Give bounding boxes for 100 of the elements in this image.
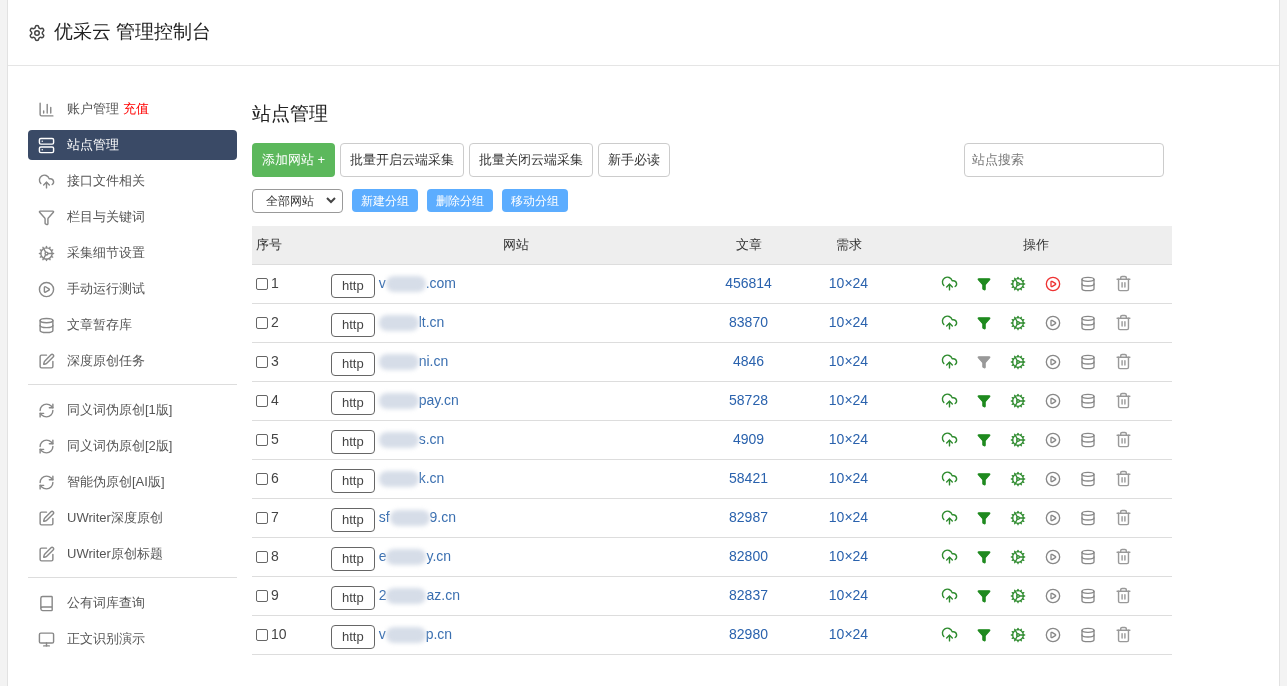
database-icon[interactable] [1079,470,1096,487]
play-icon[interactable] [1044,509,1061,526]
row-checkbox[interactable] [256,277,268,290]
site-link[interactable]: ni.cn [378,351,449,372]
play-icon[interactable] [1044,392,1061,409]
row-checkbox[interactable] [256,355,268,368]
filter-icon[interactable] [976,432,991,447]
cloud-upload-icon[interactable] [940,431,958,448]
gears-icon[interactable] [1009,509,1026,526]
filter-icon[interactable] [976,471,991,486]
cloud-upload-icon[interactable] [940,392,958,409]
gears-icon[interactable] [1009,275,1026,292]
sidebar-item[interactable]: UWriter深度原创 [28,503,237,533]
article-count[interactable]: 82800 [701,546,796,567]
sidebar-item[interactable]: 深度原创任务 [28,346,237,376]
site-link[interactable]: k.cn [378,468,445,489]
gears-icon[interactable] [1009,587,1026,604]
database-icon[interactable] [1079,314,1096,331]
sidebar-item[interactable]: 接口文件相关 [28,166,237,196]
cloud-upload-icon[interactable] [940,353,958,370]
sidebar-item[interactable]: 账户管理 充值 [28,94,237,124]
recharge-link[interactable]: 充值 [123,99,149,119]
play-icon[interactable] [1044,587,1061,604]
sidebar-item[interactable]: 同义词伪原创[1版] [28,395,237,425]
article-count[interactable]: 83870 [701,312,796,333]
play-icon[interactable] [1044,314,1061,331]
site-link[interactable]: lt.cn [378,312,445,333]
delete-icon[interactable] [1114,392,1132,409]
delete-icon[interactable] [1114,314,1132,331]
filter-icon[interactable] [976,510,991,525]
article-count[interactable]: 58728 [701,390,796,411]
row-checkbox[interactable] [256,589,268,602]
database-icon[interactable] [1079,626,1096,643]
filter-icon[interactable] [976,588,991,603]
filter-icon[interactable] [976,549,991,564]
delete-icon[interactable] [1114,470,1132,487]
delete-icon[interactable] [1114,275,1132,292]
cloud-upload-icon[interactable] [940,275,958,292]
row-checkbox[interactable] [256,394,268,407]
cloud-upload-icon[interactable] [940,626,958,643]
search-field[interactable]: 站点搜索 [964,142,1164,177]
cloud-upload-icon[interactable] [940,509,958,526]
cloud-upload-icon[interactable] [940,587,958,604]
delete-icon[interactable] [1114,431,1132,448]
database-icon[interactable] [1079,509,1096,526]
database-icon[interactable] [1079,392,1096,409]
toolbar-button[interactable]: 批量关闭云端采集 [469,142,594,177]
sidebar-item[interactable]: 智能伪原创[AI版] [28,467,237,497]
play-icon[interactable] [1044,353,1061,370]
site-link[interactable]: s.cn [378,429,445,450]
delete-icon[interactable] [1114,587,1132,604]
filter-icon[interactable] [976,276,991,291]
sidebar-item[interactable]: 正文识别演示 [28,624,237,654]
sidebar-item[interactable]: 站点管理 [28,130,237,160]
site-link[interactable]: sf 9.cn [378,507,457,528]
article-count[interactable]: 58421 [701,468,796,489]
site-link[interactable]: v p.cn [378,624,453,645]
article-count[interactable]: 4909 [701,429,796,450]
cloud-upload-icon[interactable] [940,470,958,487]
site-link[interactable]: pay.cn [378,390,459,411]
gears-icon[interactable] [1009,626,1026,643]
article-count[interactable]: 82837 [701,585,796,606]
article-count[interactable]: 456814 [701,273,796,294]
toolbar-button[interactable]: 批量开启云端采集 [340,142,465,177]
delete-icon[interactable] [1114,548,1132,565]
article-count[interactable]: 82980 [701,624,796,645]
site-link[interactable]: e y.cn [378,546,452,567]
sidebar-item[interactable]: UWriter原创标题 [28,539,237,569]
row-checkbox[interactable] [256,472,268,485]
site-link[interactable]: v .com [378,273,457,294]
database-icon[interactable] [1079,548,1096,565]
row-checkbox[interactable] [256,628,268,641]
article-count[interactable]: 82987 [701,507,796,528]
sidebar-item[interactable]: 公有词库查询 [28,588,237,618]
filter-icon[interactable] [976,627,991,642]
database-icon[interactable] [1079,275,1096,292]
sidebar-item[interactable]: 采集细节设置 [28,238,237,268]
group-select[interactable]: 全部网站 [252,188,343,213]
gears-icon[interactable] [1009,470,1026,487]
play-icon[interactable] [1044,470,1061,487]
cloud-upload-icon[interactable] [940,314,958,331]
gears-icon[interactable] [1009,314,1026,331]
gears-icon[interactable] [1009,548,1026,565]
database-icon[interactable] [1079,353,1096,370]
sidebar-item[interactable]: 栏目与关键词 [28,202,237,232]
site-link[interactable]: 2 az.cn [378,585,460,606]
delete-icon[interactable] [1114,626,1132,643]
play-icon[interactable] [1044,431,1061,448]
filter-icon[interactable] [976,393,991,408]
toolbar-button[interactable]: 新手必读 [598,142,671,177]
play-icon[interactable] [1044,548,1061,565]
filter-icon[interactable] [976,354,991,369]
sidebar-item[interactable]: 文章暂存库 [28,310,237,340]
article-count[interactable]: 4846 [701,351,796,372]
delete-icon[interactable] [1114,509,1132,526]
filter-icon[interactable] [976,315,991,330]
sidebar-item[interactable]: 同义词伪原创[2版] [28,431,237,461]
play-icon[interactable] [1044,626,1061,643]
sidebar-item[interactable]: 手动运行测试 [28,274,237,304]
cloud-upload-icon[interactable] [940,548,958,565]
